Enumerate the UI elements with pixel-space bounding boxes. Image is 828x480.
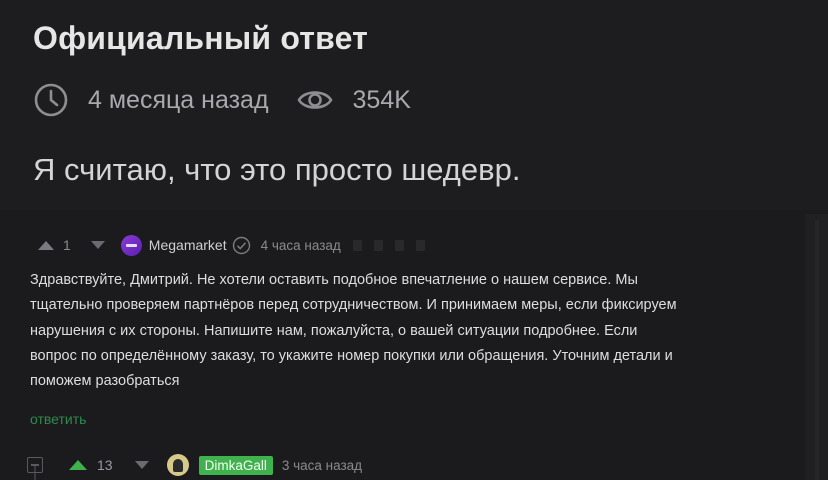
comment-author[interactable]: Megamarket	[149, 237, 227, 253]
comment-line: Здравствуйте, Дмитрий. Не хотели оставит…	[30, 272, 638, 288]
bookmark-icon[interactable]	[373, 239, 383, 251]
comment-line: поможем разобраться	[30, 373, 180, 390]
post-time: 4 месяца назад	[88, 85, 269, 114]
comment-line: нарушения с их стороны. Напишите нам, по…	[30, 322, 638, 339]
reply-author[interactable]: DimkaGall	[198, 455, 273, 475]
clock-icon	[34, 83, 68, 117]
comment-score: 1	[63, 237, 71, 253]
downvote-icon[interactable]	[133, 459, 151, 471]
answer-text: Я считаю, что это просто шедевр.	[33, 152, 521, 187]
comment-actions	[352, 239, 425, 251]
upvote-icon[interactable]	[36, 238, 56, 252]
collapse-icon[interactable]	[27, 457, 43, 473]
reply-time: 3 часа назад	[281, 457, 363, 473]
downvote-icon[interactable]	[89, 239, 107, 251]
upvote-icon[interactable]	[67, 458, 89, 472]
comment-line: тщательно проверяем партнёров перед сотр…	[30, 297, 677, 314]
comment-time: 4 часа назад	[260, 237, 341, 253]
reply-link[interactable]: ответить	[30, 411, 86, 427]
reply-score: 13	[97, 457, 113, 473]
share-icon[interactable]	[352, 239, 362, 251]
post-meta: 4 месяца назад 354K	[34, 82, 411, 118]
comment-line: вопрос по определённому заказу, то укажи…	[30, 347, 673, 364]
link-icon[interactable]	[394, 239, 404, 251]
comment-body: Здравствуйте, Дмитрий. Не хотели оставит…	[30, 268, 775, 394]
more-icon[interactable]	[415, 239, 425, 251]
view-count: 354K	[352, 85, 411, 114]
verified-icon	[232, 236, 250, 254]
post-title: Официальный ответ	[33, 20, 369, 56]
scrollbar-thumb[interactable]	[815, 220, 819, 480]
comment-header: 1 Megamarket 4 часа назад	[36, 233, 425, 257]
avatar[interactable]	[166, 454, 189, 476]
eye-icon	[297, 91, 333, 109]
reply-header: 13 DimkaGall 3 часа назад	[27, 450, 362, 480]
avatar[interactable]	[120, 234, 142, 256]
